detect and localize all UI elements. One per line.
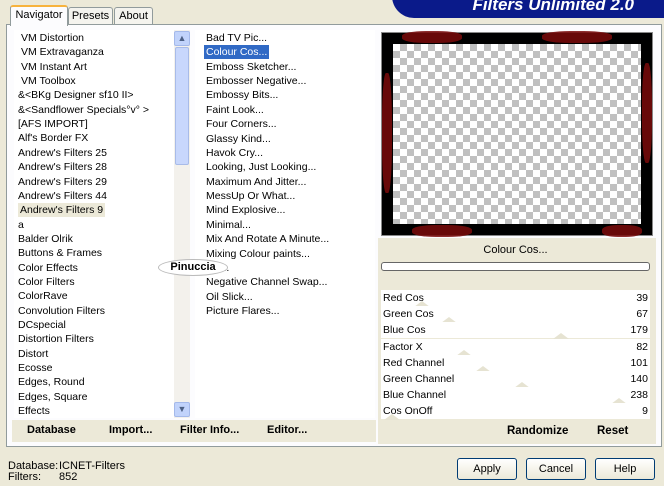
progress-bar (381, 262, 650, 271)
param-slider[interactable]: Blue Channel 238 (381, 387, 650, 405)
param-value: 82 (636, 340, 648, 353)
filter-item[interactable]: Maximum And Jitter... (206, 175, 306, 189)
filters-count-label: Filters: (8, 471, 41, 483)
param-value: 179 (630, 324, 648, 337)
category-item[interactable]: Effects (18, 404, 50, 418)
scroll-down-icon[interactable]: ▼ (174, 402, 190, 417)
apply-button[interactable]: Apply (457, 458, 517, 480)
category-item[interactable]: VM Extravaganza (21, 45, 104, 59)
filter-item[interactable]: Negative Channel Swap... (206, 275, 327, 289)
param-label: Blue Cos (383, 324, 426, 337)
filter-item[interactable]: Mix And Rotate A Minute... (206, 232, 329, 246)
filter-item[interactable]: Havok Cry... (206, 146, 263, 160)
param-label: Red Channel (383, 356, 445, 369)
category-item[interactable]: Alf's Border FX (18, 131, 88, 145)
filter-info-button[interactable]: Filter Info... (180, 424, 239, 436)
filter-item[interactable]: Oil Slick... (206, 290, 253, 304)
filter-item[interactable]: Mind Explosive... (206, 203, 285, 217)
filter-item[interactable]: Picture Flares... (206, 304, 280, 318)
param-label: Factor X (383, 340, 423, 353)
category-item[interactable]: &<BKg Designer sf10 II> (18, 88, 134, 102)
filter-item[interactable]: Bad TV Pic... (206, 31, 267, 45)
filter-item[interactable]: Embossy Bits... (206, 88, 278, 102)
preview-filter-name: Colour Cos... (483, 244, 548, 256)
category-item[interactable]: Distort (18, 347, 48, 361)
cancel-button[interactable]: Cancel (526, 458, 586, 480)
category-item[interactable]: Color Effects (18, 261, 78, 275)
category-item[interactable]: Buttons & Frames (18, 246, 102, 260)
filter-item[interactable]: Four Corners... (206, 117, 277, 131)
param-value: 39 (636, 292, 648, 304)
watermark: Pinuccia (158, 259, 228, 276)
param-slider[interactable]: Red Cos 39 (381, 290, 650, 307)
list-button-bar: Database Import... Filter Info... Editor… (12, 420, 376, 442)
category-item[interactable]: [AFS IMPORT] (18, 117, 88, 131)
param-label: Green Channel (383, 373, 455, 385)
param-label: Green Cos (383, 308, 434, 321)
filter-item[interactable]: Emboss Sketcher... (206, 60, 296, 74)
category-item[interactable]: Andrew's Filters 28 (18, 160, 107, 174)
tab-presets[interactable]: Presets (68, 7, 113, 25)
filters-count-value: 852 (59, 471, 78, 483)
param-slider[interactable]: Cos OnOff 9 (381, 403, 650, 421)
category-item[interactable]: VM Instant Art (21, 60, 87, 74)
app-title-banner: Filters Unlimited 2.0 (392, 0, 664, 18)
param-label: Cos OnOff (383, 405, 433, 418)
category-scrollbar[interactable]: ▲ ▼ (174, 30, 190, 418)
param-slider[interactable]: Green Cos 67 (381, 306, 650, 324)
scroll-up-icon[interactable]: ▲ (174, 31, 190, 46)
category-item[interactable]: Andrew's Filters 29 (18, 175, 107, 189)
param-value: 67 (636, 308, 648, 321)
import-button[interactable]: Import... (109, 424, 152, 436)
category-item[interactable]: &<Sandflower Specials°v° > (18, 103, 149, 117)
param-slider[interactable]: Red Channel 101 (381, 354, 650, 372)
editor-button[interactable]: Editor... (267, 424, 307, 436)
database-button[interactable]: Database (27, 424, 76, 436)
tab-about[interactable]: About (114, 7, 153, 25)
filter-item[interactable]: Minimal... (206, 218, 251, 232)
tab-navigator[interactable]: Navigator (10, 5, 68, 26)
param-value: 238 (630, 389, 648, 402)
category-item[interactable]: Edges, Round (18, 375, 85, 389)
filter-item[interactable]: Mixing Colour paints... (206, 247, 310, 261)
filter-item[interactable]: MessUp Or What... (206, 189, 295, 203)
category-item[interactable]: a (18, 218, 24, 232)
category-item[interactable]: VM Distortion (21, 31, 84, 45)
param-slider[interactable]: Green Channel 140 (381, 371, 650, 388)
param-slider[interactable]: Factor X 82 (381, 338, 650, 356)
filter-item[interactable]: Faint Look... (206, 103, 264, 117)
category-item[interactable]: ColorRave (18, 289, 68, 303)
param-value: 140 (630, 373, 648, 385)
param-value: 101 (630, 356, 648, 369)
param-value: 9 (642, 405, 648, 418)
category-item[interactable]: Andrew's Filters 25 (18, 146, 107, 160)
category-item[interactable]: Ecosse (18, 361, 52, 375)
category-item[interactable]: VM Toolbox (21, 74, 76, 88)
randomize-button[interactable]: Randomize (507, 425, 568, 437)
category-item[interactable]: Distortion Filters (18, 332, 94, 346)
filter-item[interactable]: Embosser Negative... (206, 74, 306, 88)
filter-item[interactable]: Colour Cos... (204, 45, 270, 60)
category-item[interactable]: Color Filters (18, 275, 75, 289)
category-item[interactable]: Andrew's Filters 9 (18, 203, 106, 218)
filter-list[interactable]: Bad TV Pic... Colour Cos... Emboss Sketche… (195, 30, 375, 418)
category-item[interactable]: Edges, Square (18, 390, 87, 404)
reset-button[interactable]: Reset (597, 425, 628, 437)
category-item[interactable]: Convolution Filters (18, 304, 105, 318)
scroll-thumb[interactable] (175, 47, 189, 165)
param-slider[interactable]: Blue Cos 179 (381, 322, 650, 340)
category-item[interactable]: Balder Olrik (18, 232, 73, 246)
filter-item[interactable]: Glassy Kind... (206, 132, 271, 146)
category-list[interactable]: VM Distortion VM Extravaganza VM Instant A… (14, 30, 174, 418)
category-item[interactable]: DCspecial (18, 318, 66, 332)
param-label: Blue Channel (383, 389, 447, 402)
filter-item[interactable]: Looking, Just Looking... (206, 160, 316, 174)
help-button[interactable]: Help (595, 458, 655, 480)
category-item[interactable]: Andrew's Filters 44 (18, 189, 107, 203)
preview-image (381, 31, 653, 237)
param-label: Red Cos (383, 292, 424, 304)
